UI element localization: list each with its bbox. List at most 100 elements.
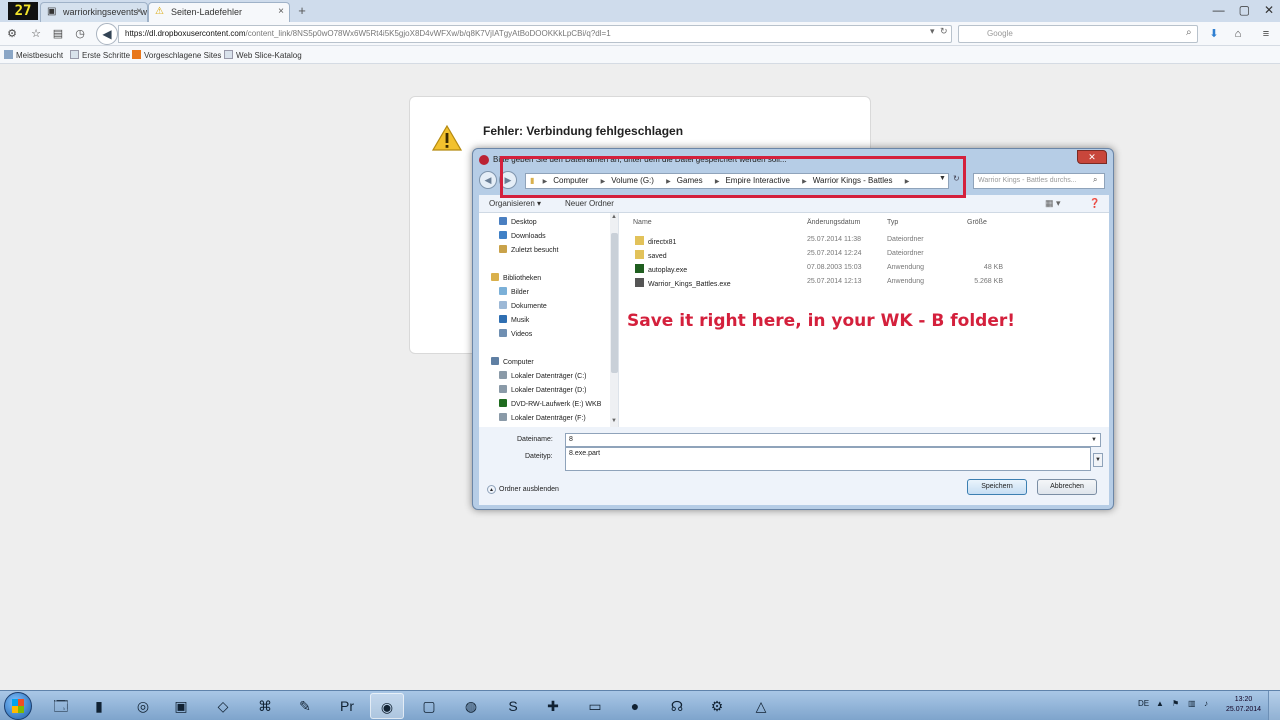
network-icon[interactable]: ▥ (1188, 699, 1196, 708)
bookmark-erste-schritte[interactable]: Erste Schritte (70, 50, 130, 60)
nav-item[interactable]: Zuletzt besucht (499, 245, 558, 254)
close-icon[interactable]: × (278, 6, 284, 17)
nav-item[interactable]: Musik (499, 315, 529, 324)
premiere-taskbar-icon[interactable]: Pr (330, 693, 364, 719)
flag-icon[interactable]: ⚑ (1172, 699, 1179, 708)
nav-item[interactable]: Bibliotheken (491, 273, 541, 282)
nav-item[interactable]: Lokaler Datenträger (C:) (499, 371, 586, 380)
search-input[interactable]: Google (958, 25, 1198, 43)
nav-item[interactable]: Computer (491, 357, 534, 366)
tab-seiten-ladefehler[interactable]: ⚠ Seiten-Ladefehler × (148, 2, 290, 22)
folder-search-input[interactable]: Warrior Kings - Battles durchs... (973, 173, 1105, 189)
file-size: 5.268 KB (974, 278, 1003, 285)
documents-icon (499, 301, 507, 309)
nav-item-label: Computer (503, 359, 534, 366)
download-icon[interactable]: ⬇ (1206, 26, 1222, 42)
close-window-icon[interactable]: ✕ (1264, 3, 1274, 17)
column-size[interactable]: Größe (967, 219, 987, 226)
show-desktop-button[interactable] (1268, 691, 1280, 720)
url-dropdown-icon[interactable]: ▾ (930, 26, 935, 37)
scroll-down-icon[interactable]: ▼ (611, 418, 617, 424)
nav-item[interactable]: DVD-RW-Laufwerk (E:) WKB (499, 399, 601, 408)
reload-icon[interactable]: ↻ (940, 26, 948, 37)
app-taskbar-icon[interactable]: ▢ (412, 693, 446, 719)
column-date[interactable]: Änderungsdatum (807, 219, 860, 226)
url-bar[interactable]: https://dl.dropboxusercontent.com/conten… (118, 25, 952, 43)
filetype-select[interactable]: 8.exe.part (565, 447, 1091, 471)
bookmark-vorgeschlagene-sites[interactable]: Vorgeschlagene Sites (132, 50, 221, 60)
addon-icon[interactable]: ⚙ (4, 26, 20, 42)
new-tab-button[interactable]: + (294, 3, 310, 19)
app-taskbar-icon[interactable]: ◎ (126, 693, 160, 719)
app-taskbar-icon[interactable]: ▭ (578, 693, 612, 719)
tool-taskbar-icon[interactable]: ✎ (288, 693, 322, 719)
nav-item[interactable]: Bilder (499, 287, 529, 296)
back-button[interactable]: ◀ (96, 23, 118, 45)
folder-icon (635, 236, 644, 245)
file-name[interactable]: saved (635, 250, 667, 260)
nav-item[interactable]: Dokumente (499, 301, 547, 310)
organize-button[interactable]: Organisieren ▾ (489, 199, 541, 208)
nav-item[interactable]: Videos (499, 329, 532, 338)
nav-item[interactable]: Desktop (499, 217, 537, 226)
skype-taskbar-icon[interactable]: S (496, 693, 530, 719)
chevron-down-icon[interactable]: ▼ (1093, 453, 1103, 467)
scroll-thumb[interactable] (611, 233, 618, 373)
app-taskbar-icon[interactable]: ▣ (164, 693, 198, 719)
history-icon[interactable]: ◷ (72, 26, 88, 42)
close-icon[interactable]: ✕ (1077, 150, 1107, 164)
steam-taskbar-icon[interactable]: ⚙ (700, 693, 734, 719)
file-name[interactable]: directx81 (635, 236, 676, 246)
view-options-icon[interactable]: ▦ ▾ (1045, 198, 1061, 209)
bookmark-meistbesucht[interactable]: Meistbesucht (4, 50, 63, 60)
start-button[interactable] (4, 692, 32, 720)
app-taskbar-icon[interactable]: ⌘ (248, 693, 282, 719)
vlc-taskbar-icon[interactable]: △ (744, 693, 778, 719)
app-taskbar-icon[interactable]: ◍ (454, 693, 488, 719)
nav-item-label: Bibliotheken (503, 275, 542, 282)
filename-input[interactable]: 8 (565, 433, 1101, 447)
nav-item[interactable]: Lokaler Datenträger (F:) (499, 413, 586, 422)
headset-taskbar-icon[interactable]: ☊ (660, 693, 694, 719)
tab-warriorkings[interactable]: ▣ warriorkingsevents w... × (40, 2, 148, 22)
menu-icon[interactable]: ≡ (1258, 26, 1274, 42)
maximize-icon[interactable]: ▢ (1239, 3, 1250, 17)
language-indicator[interactable]: DE (1138, 699, 1149, 708)
star-icon[interactable]: ☆ (28, 26, 44, 42)
column-type[interactable]: Typ (887, 219, 898, 226)
clock[interactable]: 13:20 25.07.2014 (1226, 695, 1261, 715)
folder-taskbar-icon[interactable]: ▮ (82, 693, 116, 719)
nav-item-label: Lokaler Datenträger (C:) (511, 373, 587, 380)
search-icon[interactable]: ⌕ (1093, 175, 1097, 185)
gamepad-taskbar-icon[interactable]: ✚ (536, 693, 570, 719)
videos-icon (499, 329, 507, 337)
search-icon[interactable]: ⌕ (1186, 27, 1192, 38)
minimize-icon[interactable]: — (1213, 3, 1225, 17)
firefox-taskbar-icon[interactable]: ◉ (370, 693, 404, 719)
file-name[interactable]: Warrior_Kings_Battles.exe (635, 278, 731, 288)
nav-scrollbar[interactable]: ▲ ▼ (610, 213, 618, 427)
bookmark-web-slice-katalog[interactable]: Web Slice-Katalog (224, 50, 302, 60)
explorer-taskbar-icon[interactable]: 🗔 (44, 693, 78, 719)
new-folder-button[interactable]: Neuer Ordner (565, 199, 614, 208)
nav-item-label: DVD-RW-Laufwerk (E:) WKB (511, 401, 602, 408)
save-button[interactable]: Speichern (967, 479, 1027, 495)
visual-studio-taskbar-icon[interactable]: ◇ (206, 693, 240, 719)
home-icon[interactable]: ⌂ (1230, 26, 1246, 42)
nav-item[interactable]: Downloads (499, 231, 546, 240)
volume-icon[interactable]: ♪ (1204, 699, 1208, 708)
column-name[interactable]: Name (633, 219, 652, 226)
chevron-down-icon[interactable]: ▼ (1091, 437, 1097, 443)
hide-folders-toggle[interactable]: ▲ Ordner ausblenden (487, 485, 559, 494)
cancel-button[interactable]: Abbrechen (1037, 479, 1097, 495)
help-icon[interactable]: ❓ (1089, 198, 1100, 209)
scroll-up-icon[interactable]: ▲ (611, 214, 617, 220)
clipboard-icon[interactable]: ▤ (50, 26, 66, 42)
file-name[interactable]: autoplay.exe (635, 264, 687, 274)
nav-item-label: Dokumente (511, 303, 547, 310)
chevron-up-icon[interactable]: ▲ (1156, 699, 1164, 708)
back-arrow-icon[interactable]: ◀ (479, 171, 497, 189)
nav-item[interactable]: Lokaler Datenträger (D:) (499, 385, 586, 394)
app-taskbar-icon[interactable]: ● (618, 693, 652, 719)
close-icon[interactable]: × (136, 6, 142, 17)
